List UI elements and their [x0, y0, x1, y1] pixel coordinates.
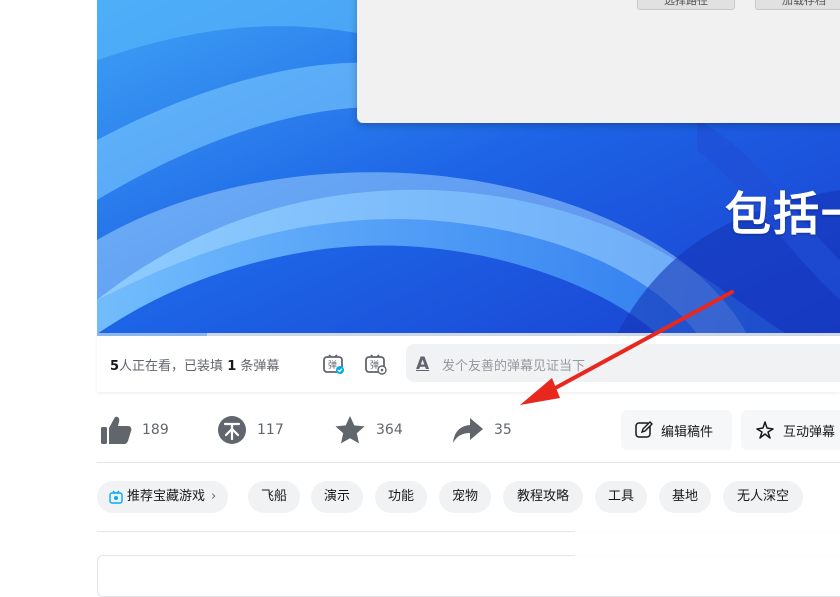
load-save-button[interactable]: 加载存档	[755, 0, 840, 10]
coin-count: 117	[257, 422, 284, 438]
select-path-button[interactable]: 选择路径	[637, 0, 735, 10]
tag-item[interactable]: 基地	[659, 481, 711, 513]
text-style-icon[interactable]: A	[416, 354, 429, 374]
tag-item[interactable]: 飞船	[248, 481, 300, 513]
overlay-dialog: 选择路径 加载存档	[357, 0, 840, 123]
like-button[interactable]: 189	[100, 415, 169, 445]
danmaku-input[interactable]: A 发个友善的弹幕见证当下	[406, 344, 840, 382]
topic-icon	[109, 490, 123, 504]
tag-item[interactable]: 功能	[375, 481, 427, 513]
video-subtitle: 包括一些我	[725, 187, 840, 241]
danmaku-input-placeholder: 发个友善的弹幕见证当下	[442, 359, 586, 374]
danmaku-bar: 5人正在看，已装填 1 条弹幕 弹 弹 A 发个友善的弹幕见证当下	[97, 336, 840, 392]
watermark-area	[575, 525, 840, 575]
like-count: 189	[142, 422, 169, 438]
action-toolbar: 189 117 364 35 编辑稿件 互动弹幕	[97, 405, 840, 455]
tag-item[interactable]: 演示	[311, 481, 363, 513]
edit-submission-button[interactable]: 编辑稿件	[621, 410, 732, 450]
toolbar-divider	[97, 462, 840, 463]
danmaku-settings-icon[interactable]: 弹	[364, 352, 388, 376]
danmaku-toggle-icon[interactable]: 弹	[322, 352, 346, 376]
coin-button[interactable]: 117	[217, 415, 284, 445]
tag-item[interactable]: 教程攻略	[503, 481, 583, 513]
thumbs-up-icon	[101, 416, 132, 444]
share-icon	[453, 418, 483, 443]
svg-text:弹: 弹	[328, 359, 337, 371]
share-count: 35	[494, 422, 512, 438]
coin-icon	[218, 416, 246, 444]
star-icon	[335, 416, 365, 444]
edit-icon	[635, 421, 653, 438]
share-button[interactable]: 35	[452, 415, 512, 445]
interactive-sparkle-icon	[756, 421, 774, 439]
tag-item[interactable]: 宠物	[439, 481, 491, 513]
favorite-count: 364	[376, 422, 403, 438]
interactive-danmaku-button[interactable]: 互动弹幕	[741, 410, 840, 450]
favorite-button[interactable]: 364	[334, 415, 403, 445]
tag-item[interactable]: 工具	[595, 481, 647, 513]
tag-item[interactable]: 无人深空	[723, 481, 803, 513]
chevron-right-icon: ›	[211, 489, 217, 504]
tag-topic[interactable]: 推荐宝藏游戏 ›	[97, 481, 229, 513]
viewer-status: 5人正在看，已装填 1 条弹幕	[110, 359, 280, 374]
